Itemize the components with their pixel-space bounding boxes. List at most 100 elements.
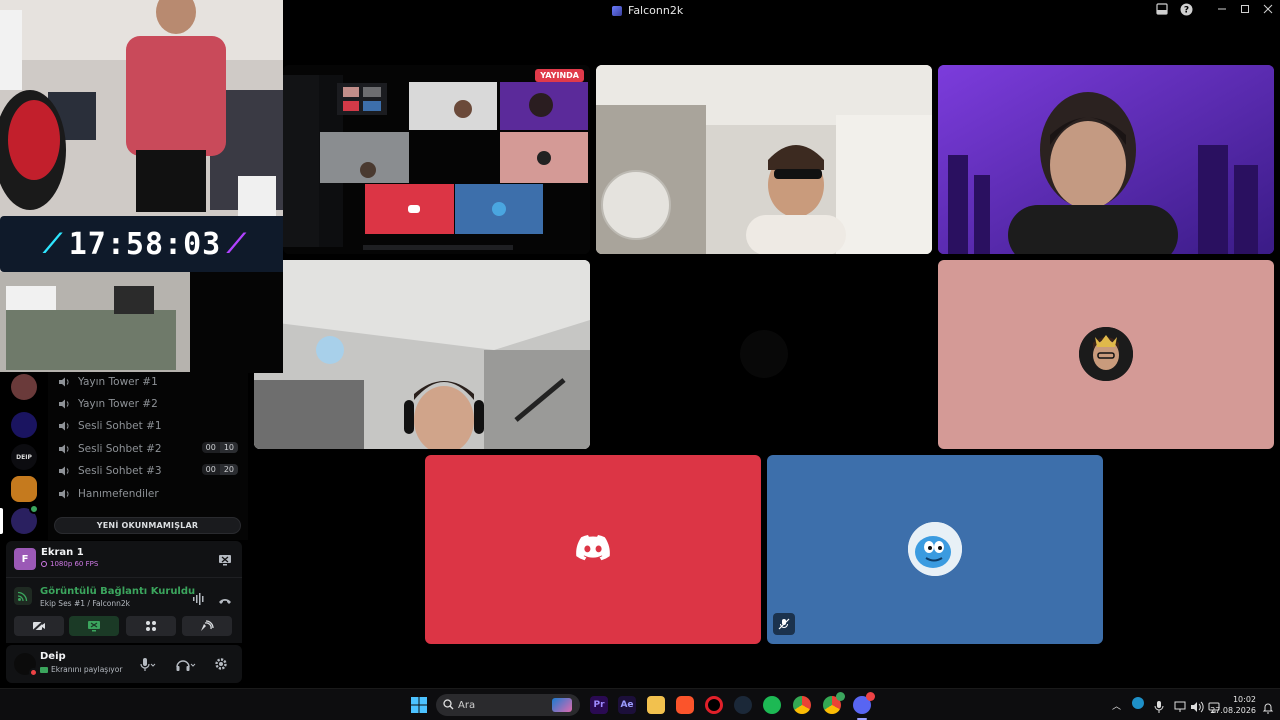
avatar xyxy=(740,330,788,378)
user-name[interactable]: Deip xyxy=(40,651,66,662)
camera-off-button[interactable] xyxy=(14,616,64,636)
tray-volume-icon[interactable] xyxy=(1190,698,1204,717)
app-window: Falconn2k ? YAYINDA ⟋ 17:58:03 ⟋ DEIP Ya… xyxy=(0,0,1280,720)
discord-taskbar-icon[interactable] xyxy=(853,692,875,720)
voice-location[interactable]: Ekip Ses #1 / Falconn2k xyxy=(40,599,130,608)
headphones-icon[interactable] xyxy=(176,657,196,676)
speaker-icon xyxy=(58,488,72,500)
voice-channel[interactable]: Sesli Sohbet #1 xyxy=(58,416,238,436)
brave-icon[interactable] xyxy=(676,696,694,714)
speaker-icon xyxy=(58,398,72,410)
voice-status[interactable]: Görüntülü Bağlantı Kuruldu xyxy=(40,586,195,597)
steam-icon[interactable] xyxy=(734,696,752,714)
selected-server-indicator xyxy=(0,508,3,534)
participant-video-tile[interactable] xyxy=(254,260,590,449)
window-title: Falconn2k xyxy=(612,4,683,17)
search-placeholder: Ara xyxy=(458,699,476,711)
minimize-button[interactable] xyxy=(1214,3,1230,19)
user-panel: Deip Ekranını paylaşıyor xyxy=(6,645,242,683)
server-icon[interactable] xyxy=(11,504,39,534)
search-icon xyxy=(443,699,454,713)
settings-gear-icon[interactable] xyxy=(214,656,228,675)
participant-video-tile[interactable] xyxy=(596,65,932,254)
voice-channel[interactable]: Hanımefendiler xyxy=(58,484,238,504)
channel-name: Sesli Sohbet #1 xyxy=(78,420,162,432)
timer-left-accent-icon: ⟋ xyxy=(43,228,63,259)
taskbar: Ara Pr Ae ︿ 10:02 27.08.2026 xyxy=(0,688,1280,720)
participant-avatar-tile[interactable] xyxy=(938,260,1274,449)
server-icon[interactable] xyxy=(11,412,37,438)
premiere-icon[interactable]: Pr xyxy=(590,696,608,714)
maximize-button[interactable] xyxy=(1237,3,1253,19)
notification-dot xyxy=(836,692,845,701)
speaker-icon xyxy=(58,443,72,455)
file-explorer-icon[interactable] xyxy=(647,696,665,714)
tray-mic-icon[interactable] xyxy=(1154,698,1164,717)
opera-icon[interactable] xyxy=(705,696,723,714)
inbox-icon[interactable] xyxy=(1154,3,1170,19)
channel-name: Yayın Tower #2 xyxy=(78,398,158,410)
channel-name: Yayın Tower #1 xyxy=(78,376,158,388)
avatar xyxy=(1079,327,1133,381)
user-status-text: Ekranını paylaşıyor xyxy=(51,665,123,674)
participant-avatar-tile[interactable] xyxy=(425,455,761,644)
stream-source-icon: F xyxy=(14,548,36,570)
noise-suppression-icon[interactable] xyxy=(192,590,206,609)
screenshare-tile[interactable]: YAYINDA xyxy=(283,65,590,254)
close-button[interactable] xyxy=(1260,3,1276,19)
tray-overflow-icon[interactable]: ︿ xyxy=(1112,699,1121,712)
participant-video-tile[interactable] xyxy=(938,65,1274,254)
channel-list: Yayın Tower #1 Yayın Tower #2 Sesli Sohb… xyxy=(48,372,248,540)
stream-name: Ekran 1 xyxy=(41,547,84,558)
discord-logo-icon xyxy=(576,535,610,565)
voice-channel[interactable]: Yayın Tower #2 xyxy=(58,394,238,414)
channel-name: Sesli Sohbet #3 xyxy=(78,465,162,477)
taskbar-search[interactable]: Ara xyxy=(436,694,580,716)
stream-quality: 1080p 60 FPS xyxy=(41,560,98,568)
taskbar-clock[interactable]: 10:02 27.08.2026 xyxy=(1210,694,1256,716)
window-title-text: Falconn2k xyxy=(628,4,684,17)
user-limit-badge: 00 10 xyxy=(201,442,238,453)
clock-date: 27.08.2026 xyxy=(1210,706,1256,715)
server-icon[interactable] xyxy=(11,476,37,502)
disconnect-icon[interactable] xyxy=(218,591,232,610)
voice-channel[interactable]: Yayın Tower #1 xyxy=(58,372,238,392)
screen-share-status-icon xyxy=(40,666,48,673)
user-limit: 20 xyxy=(219,464,238,475)
spotify-icon[interactable] xyxy=(763,696,781,714)
timer-right-accent-icon: ⟋ xyxy=(227,228,247,259)
soundboard-button[interactable] xyxy=(182,616,232,636)
search-highlight-icon xyxy=(552,698,572,712)
microphone-icon[interactable] xyxy=(140,657,156,676)
stop-stream-icon[interactable] xyxy=(218,551,232,570)
after-effects-icon[interactable]: Ae xyxy=(618,696,636,714)
speaker-icon xyxy=(58,376,72,388)
user-limit-badge: 00 20 xyxy=(201,464,238,475)
voice-channel[interactable]: Sesli Sohbet #3 00 20 xyxy=(58,461,238,481)
channel-name: Sesli Sohbet #2 xyxy=(78,443,162,455)
stream-quality-text: 1080p 60 FPS xyxy=(50,560,99,568)
notification-dot xyxy=(866,692,875,701)
notification-bell-icon[interactable] xyxy=(1262,699,1274,718)
avatar[interactable] xyxy=(14,653,38,677)
server-icon[interactable] xyxy=(11,374,37,400)
dnd-status-icon xyxy=(29,668,38,677)
quality-icon xyxy=(41,561,47,567)
tray-app-icon[interactable] xyxy=(1132,697,1144,709)
new-unreads-button[interactable]: YENİ OKUNMAMIŞLAR xyxy=(54,517,241,534)
notification-dot xyxy=(29,504,39,514)
server-icon-deip[interactable]: DEIP xyxy=(11,444,37,470)
help-icon[interactable]: ? xyxy=(1178,3,1194,19)
tray-display-icon[interactable] xyxy=(1174,698,1186,717)
chrome-profile-icon[interactable] xyxy=(823,692,845,714)
share-screen-button[interactable] xyxy=(69,616,119,636)
activities-button[interactable] xyxy=(126,616,176,636)
connection-signal-icon xyxy=(14,587,32,605)
clock-time: 10:02 xyxy=(1232,695,1256,704)
voice-channel[interactable]: Sesli Sohbet #2 00 10 xyxy=(58,439,238,459)
chrome-icon[interactable] xyxy=(793,696,811,714)
stream-timer: ⟋ 17:58:03 ⟋ xyxy=(0,216,283,272)
participant-avatar-tile[interactable] xyxy=(767,455,1103,644)
windows-start-icon[interactable] xyxy=(410,696,428,714)
participant-video-tile-empty[interactable] xyxy=(596,260,932,449)
